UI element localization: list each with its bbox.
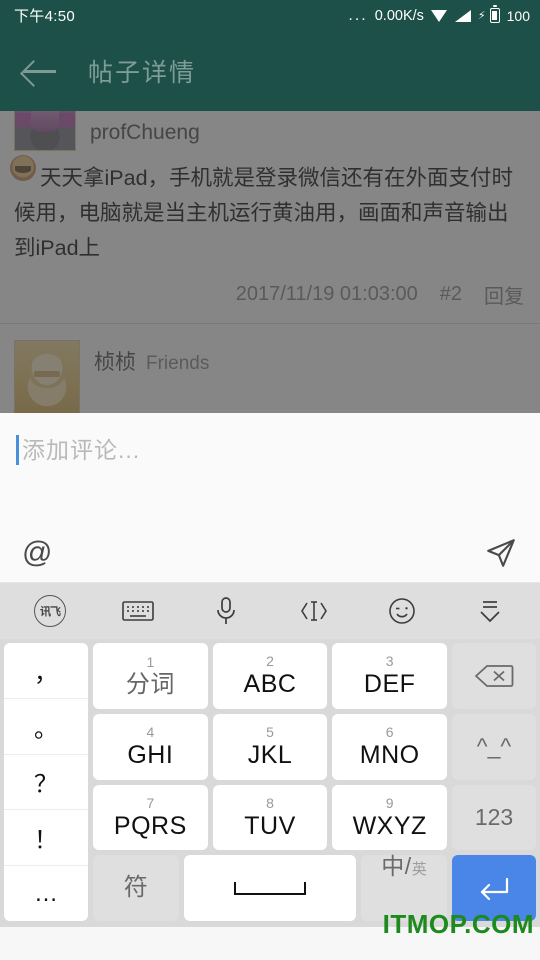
post-floor: #2	[439, 283, 462, 305]
ime-logo-glyph: 讯飞	[34, 595, 66, 627]
back-arrow-icon[interactable]	[24, 58, 58, 84]
avatar[interactable]	[14, 340, 80, 413]
space-bar-glyph	[234, 881, 306, 895]
key-number: 9	[385, 794, 394, 811]
post-item[interactable]: 桢桢 Friends	[0, 324, 540, 413]
at-icon[interactable]: @	[22, 537, 52, 568]
key-7-pqrs[interactable]: 7 PQRS	[93, 784, 208, 851]
thread-list[interactable]: profChueng 天天拿iPad，手机就是登录微信还有在外面支付时候用，电脑…	[0, 111, 540, 413]
site-watermark: ITMOP.COM	[382, 909, 534, 939]
comment-editor[interactable]: 添加评论...	[0, 413, 540, 523]
friend-badge: Friends	[146, 353, 210, 374]
signal-icon	[454, 9, 471, 22]
key-label: WXYZ	[352, 811, 427, 840]
punctuation-column: ， 。 ？ ！ …	[4, 643, 88, 921]
keyboard-icon[interactable]	[110, 589, 166, 633]
keyboard[interactable]: 讯飞 ， 。 ？ ！ … 1 分词 2 ABC 3 DEF 4 GHI 5 JK…	[0, 583, 540, 927]
microphone-icon[interactable]	[198, 589, 254, 633]
text-cursor-icon[interactable]	[286, 589, 342, 633]
kaomoji-key[interactable]: ^_^	[452, 713, 536, 780]
status-indicators: ... 0.00K/s ⚡ 100	[348, 5, 530, 25]
key-1-fenci[interactable]: 1 分词	[93, 643, 208, 709]
key-number: 5	[266, 724, 274, 741]
wifi-icon	[430, 9, 448, 22]
key-9-wxyz[interactable]: 9 WXYZ	[332, 784, 448, 851]
editor-toolbar: @	[0, 523, 540, 583]
post-body: 天天拿iPad，手机就是登录微信还有在外面支付时候用，电脑就是当主机运行黄油用，…	[14, 166, 514, 260]
key-number: 6	[385, 724, 394, 741]
app-bar: 帖子详情	[0, 31, 540, 111]
post-username[interactable]: 桢桢 Friends	[94, 340, 209, 376]
key-6-mno[interactable]: 6 MNO	[332, 713, 448, 780]
post-header: profChueng	[14, 111, 526, 151]
key-number: 3	[385, 653, 394, 670]
key-comma[interactable]: ，	[4, 643, 88, 699]
key-sublabel: 英	[411, 861, 427, 879]
ime-logo-icon[interactable]: 讯飞	[22, 589, 78, 633]
key-space[interactable]	[184, 855, 356, 921]
battery-icon	[489, 5, 500, 23]
keyboard-row: 4 GHI 5 JKL 6 MNO	[93, 713, 448, 780]
key-8-tuv[interactable]: 8 TUV	[212, 784, 328, 851]
battery-level-label: 100	[506, 7, 530, 24]
key-label: MNO	[359, 741, 420, 770]
network-speed-label: 0.00K/s	[374, 7, 424, 24]
key-label: TUV	[244, 811, 296, 840]
status-time: 下午4:50	[14, 8, 75, 25]
key-label: 符	[123, 874, 149, 902]
keyboard-keys: ， 。 ？ ！ … 1 分词 2 ABC 3 DEF 4 GHI 5 JKL 6…	[0, 639, 540, 927]
phone-screen: 下午4:50 ... 0.00K/s ⚡ 100 帖子详情 profChueng…	[0, 0, 540, 960]
key-number: 8	[266, 794, 274, 811]
key-exclamation[interactable]: ！	[4, 810, 88, 867]
key-label: 中/	[381, 853, 412, 880]
backspace-icon[interactable]	[452, 643, 536, 709]
key-question[interactable]: ？	[4, 755, 88, 811]
key-label: PQRS	[113, 811, 187, 840]
keyboard-toolbar: 讯飞	[0, 583, 540, 639]
key-label: 分词	[125, 670, 175, 698]
overflow-dots-icon: ...	[348, 6, 368, 24]
key-label: GHI	[127, 741, 174, 770]
key-number: 4	[146, 724, 155, 741]
charging-bolt-icon: ⚡	[477, 10, 486, 22]
post-meta: 2017/11/19 01:03:00 #2 回复	[14, 268, 526, 323]
page-title: 帖子详情	[88, 59, 197, 87]
key-period[interactable]: 。	[4, 699, 88, 755]
collapse-keyboard-icon[interactable]	[462, 589, 518, 633]
post-header: 桢桢 Friends	[14, 340, 526, 413]
key-symbol[interactable]: 符	[93, 855, 179, 921]
reply-button[interactable]: 回复	[484, 280, 524, 309]
key-4-ghi[interactable]: 4 GHI	[93, 713, 208, 780]
send-paper-plane-icon[interactable]	[484, 536, 518, 570]
status-bar: 下午4:50 ... 0.00K/s ⚡ 100	[0, 0, 540, 31]
post-username[interactable]: profChueng	[90, 121, 200, 151]
comment-input[interactable]: 添加评论...	[16, 431, 524, 465]
key-number: 2	[266, 653, 274, 670]
keyboard-row: 1 分词 2 ABC 3 DEF	[93, 643, 448, 709]
text-caret	[16, 435, 19, 465]
key-label: JKL	[247, 741, 293, 770]
key-number: 7	[146, 794, 155, 811]
post-username-label: 桢桢	[94, 351, 136, 374]
key-ellipsis[interactable]: …	[4, 866, 88, 921]
avatar[interactable]	[14, 111, 76, 151]
key-3-def[interactable]: 3 DEF	[332, 643, 448, 709]
function-key-column: ^_^ 123	[452, 643, 536, 921]
key-2-abc[interactable]: 2 ABC	[212, 643, 328, 709]
inline-emoji-icon	[10, 155, 36, 181]
key-number: 1	[146, 653, 155, 670]
key-label: DEF	[363, 670, 416, 699]
numeric-key[interactable]: 123	[452, 784, 536, 851]
post-timestamp: 2017/11/19 01:03:00	[235, 283, 418, 305]
emoji-icon[interactable]	[374, 589, 430, 633]
keyboard-row: 7 PQRS 8 TUV 9 WXYZ	[93, 784, 448, 851]
main-key-grid: 1 分词 2 ABC 3 DEF 4 GHI 5 JKL 6 MNO 7 PQR…	[93, 643, 448, 921]
key-5-jkl[interactable]: 5 JKL	[212, 713, 328, 780]
post-item[interactable]: profChueng 天天拿iPad，手机就是登录微信还有在外面支付时候用，电脑…	[0, 111, 540, 323]
key-label: ABC	[243, 670, 297, 699]
